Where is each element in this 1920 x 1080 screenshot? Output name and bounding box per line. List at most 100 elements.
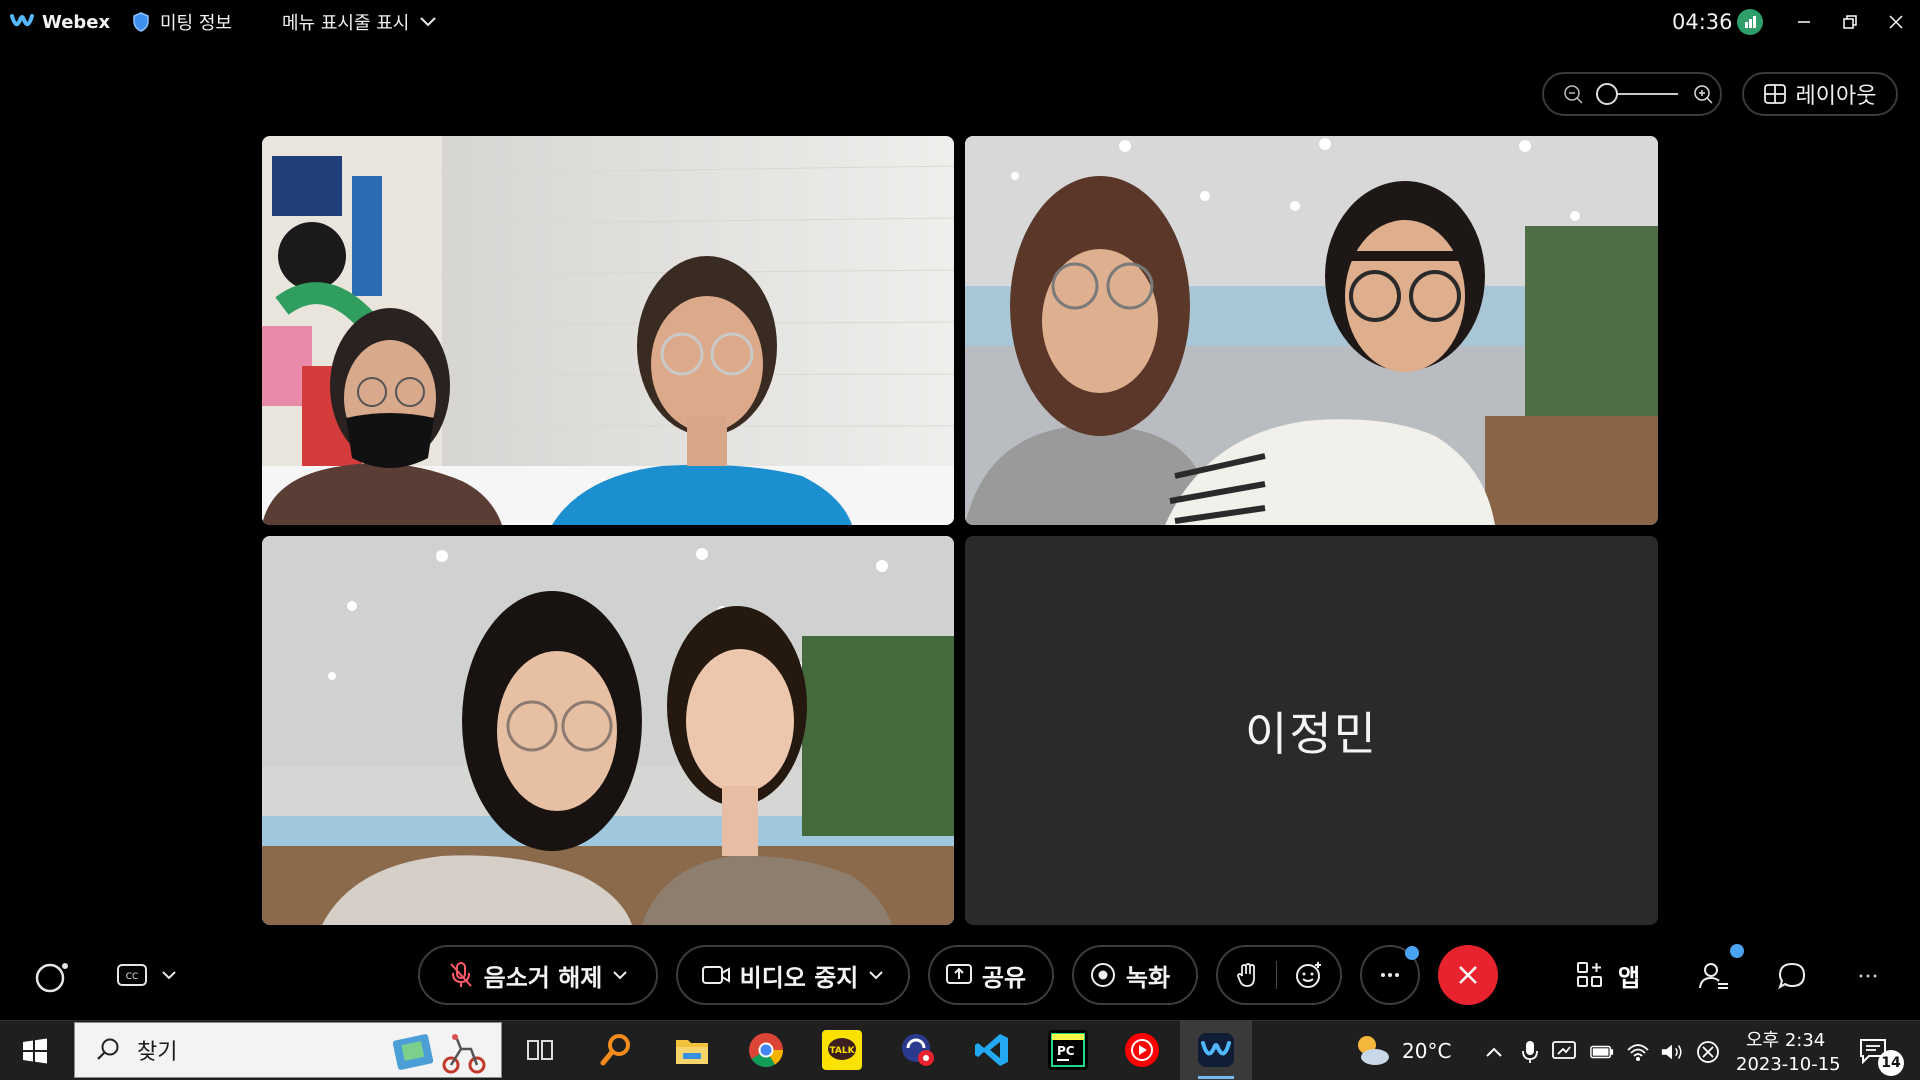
- webex-logo-icon: [10, 14, 34, 27]
- share-screen-icon: [945, 964, 972, 984]
- shield-icon: [133, 12, 149, 32]
- zoom-slider[interactable]: [1596, 83, 1678, 105]
- kakaotalk-icon[interactable]: TALK: [822, 1030, 862, 1070]
- pycharm-icon[interactable]: PC: [1048, 1030, 1088, 1070]
- notification-count-badge: 14: [1878, 1050, 1904, 1076]
- network-health-icon[interactable]: [1737, 9, 1763, 35]
- close-icon: [1459, 966, 1477, 984]
- close-window-button[interactable]: [1880, 6, 1912, 38]
- participant-video-3: [262, 536, 954, 925]
- show-menu-bar-label: 메뉴 표시줄 표시: [282, 13, 410, 34]
- unmute-button[interactable]: 음소거 해제: [418, 945, 658, 1005]
- chevron-down-icon: [420, 17, 437, 27]
- emoji-reaction-icon[interactable]: [1295, 961, 1323, 989]
- overflow-menu-button[interactable]: [1856, 964, 1880, 988]
- layout-grid-icon: [1763, 84, 1786, 104]
- status-ring-button[interactable]: [32, 958, 72, 994]
- search-highlight-illustration: [392, 1034, 486, 1074]
- search-app-icon[interactable]: [596, 1030, 636, 1070]
- chat-button[interactable]: [1776, 960, 1808, 992]
- chevron-up-icon: [1486, 1047, 1502, 1057]
- zoom-in-icon[interactable]: [1692, 83, 1714, 105]
- participants-notification-dot: [1730, 944, 1744, 958]
- close-icon: [1889, 15, 1903, 29]
- participants-button[interactable]: [1698, 960, 1730, 992]
- apps-grid-icon: [1577, 962, 1602, 987]
- task-view-icon[interactable]: [520, 1030, 560, 1070]
- layout-label: 레이아웃: [1795, 84, 1877, 109]
- restore-icon: [1843, 15, 1857, 29]
- chevron-down-icon[interactable]: [868, 970, 884, 980]
- title-bar: Webex 미팅 정보 메뉴 표시줄 표시 04:36: [0, 0, 1920, 44]
- microphone-icon[interactable]: [1518, 1040, 1542, 1064]
- microphone-muted-icon: [449, 962, 472, 987]
- zoom-out-icon[interactable]: [1562, 83, 1584, 105]
- taskbar-date[interactable]: 2023-10-15: [1736, 1054, 1841, 1075]
- notification-dot: [1405, 946, 1419, 960]
- wifi-icon[interactable]: [1626, 1040, 1650, 1064]
- webex-brand: Webex: [10, 10, 110, 34]
- app-title: Webex: [42, 11, 111, 33]
- participant-name: 이정민: [1245, 706, 1378, 761]
- weather-icon[interactable]: [1352, 1030, 1392, 1070]
- show-hidden-icons-button[interactable]: [1482, 1040, 1506, 1064]
- stop-video-label: 비디오 중지: [739, 963, 859, 992]
- svg-text:CC: CC: [126, 972, 139, 982]
- share-button[interactable]: 공유: [928, 945, 1054, 1005]
- apps-label: 앱: [1618, 963, 1641, 992]
- participant-video-tile-1[interactable]: [262, 136, 954, 525]
- show-menu-bar-button[interactable]: 메뉴 표시줄 표시: [282, 10, 437, 34]
- participant-avatar-tile[interactable]: 이정민: [965, 536, 1658, 925]
- zoom-control: [1542, 72, 1722, 116]
- restore-button[interactable]: [1834, 6, 1866, 38]
- meeting-timer: 04:36: [1672, 10, 1733, 34]
- meeting-info-label: 미팅 정보: [160, 13, 232, 34]
- chat-bubble-icon: [1778, 962, 1806, 990]
- vscode-icon[interactable]: [972, 1030, 1012, 1070]
- end-meeting-button[interactable]: [1438, 945, 1498, 1005]
- closed-captions-icon: CC: [117, 964, 147, 986]
- raise-hand-icon[interactable]: [1236, 962, 1258, 988]
- more-horizontal-icon: [1381, 973, 1399, 977]
- webex-taskbar-icon[interactable]: [1196, 1030, 1236, 1070]
- cast-icon[interactable]: [1552, 1040, 1576, 1064]
- svg-text:PC: PC: [1057, 1044, 1075, 1058]
- captions-button[interactable]: CC: [114, 960, 180, 990]
- record-icon: [1090, 963, 1115, 987]
- minimize-button[interactable]: [1788, 6, 1820, 38]
- participant-video-tile-3[interactable]: [262, 536, 954, 925]
- weather-temperature: 20°C: [1402, 1039, 1452, 1063]
- unmute-label: 음소거 해제: [483, 963, 603, 992]
- share-label: 공유: [981, 963, 1027, 992]
- stop-video-button[interactable]: 비디오 중지: [676, 945, 910, 1005]
- status-ring-icon: [35, 963, 68, 993]
- taskbar-active-indicator: [1198, 1076, 1234, 1079]
- more-horizontal-icon: [1859, 974, 1877, 978]
- search-placeholder: 찾기: [137, 1040, 178, 1065]
- youtube-music-icon[interactable]: [1122, 1030, 1162, 1070]
- record-button[interactable]: 녹화: [1072, 945, 1198, 1005]
- participants-icon: [1699, 963, 1728, 989]
- disconnected-icon[interactable]: [1696, 1040, 1720, 1064]
- app-icon[interactable]: [898, 1030, 938, 1070]
- divider: [1275, 961, 1277, 989]
- layout-button[interactable]: 레이아웃: [1742, 72, 1898, 116]
- minimize-icon: [1798, 21, 1810, 23]
- apps-button[interactable]: 앱: [1576, 955, 1640, 995]
- file-explorer-icon[interactable]: [672, 1030, 712, 1070]
- reactions-group: [1216, 945, 1342, 1005]
- record-label: 녹화: [1125, 963, 1171, 992]
- participant-video-2: [965, 136, 1658, 525]
- zoom-slider-handle[interactable]: [1596, 83, 1618, 105]
- meeting-info-button[interactable]: 미팅 정보: [132, 10, 232, 34]
- taskbar-time[interactable]: 오후 2:34: [1746, 1026, 1825, 1052]
- battery-icon[interactable]: [1590, 1040, 1614, 1064]
- participant-video-1: [262, 136, 954, 525]
- volume-icon[interactable]: [1660, 1040, 1684, 1064]
- participant-video-tile-2[interactable]: [965, 136, 1658, 525]
- windows-start-icon[interactable]: [22, 1038, 48, 1064]
- chevron-down-icon[interactable]: [612, 970, 628, 980]
- taskbar-search-box[interactable]: 찾기: [74, 1022, 502, 1078]
- chrome-icon[interactable]: [746, 1030, 786, 1070]
- svg-text:TALK: TALK: [829, 1046, 855, 1056]
